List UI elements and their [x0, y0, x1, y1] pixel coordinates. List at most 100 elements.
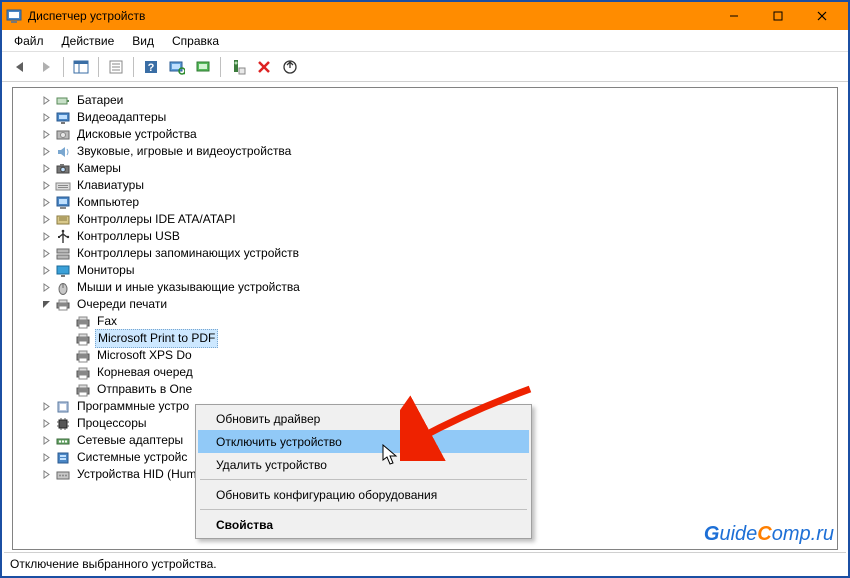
tree-item-label: Сетевые адаптеры [75, 432, 185, 449]
device-icon [55, 212, 71, 228]
tree-item[interactable]: Очереди печати [17, 296, 835, 313]
expander-placeholder [59, 349, 73, 363]
expand-icon[interactable] [39, 111, 53, 125]
tree-item-label: Корневая очеред [95, 364, 195, 381]
expand-icon[interactable] [39, 162, 53, 176]
device-icon [55, 433, 71, 449]
expand-icon[interactable] [39, 434, 53, 448]
tree-item-label: Мониторы [75, 262, 136, 279]
tree-item-label: Контроллеры запоминающих устройств [75, 245, 301, 262]
device-icon [55, 399, 71, 415]
help-button[interactable]: ? [139, 55, 163, 79]
tree-item[interactable]: Корневая очеред [17, 364, 835, 381]
statusbar: Отключение выбранного устройства. [4, 552, 846, 574]
collapse-icon[interactable] [39, 298, 53, 312]
tree-item[interactable]: Контроллеры USB [17, 228, 835, 245]
context-refresh-config[interactable]: Обновить конфигурацию оборудования [198, 483, 529, 506]
context-separator [200, 509, 527, 510]
device-icon [55, 229, 71, 245]
show-hide-tree-button[interactable] [69, 55, 93, 79]
expand-icon[interactable] [39, 451, 53, 465]
menu-view[interactable]: Вид [124, 32, 162, 50]
context-properties[interactable]: Свойства [198, 513, 529, 536]
scan-button[interactable] [165, 55, 189, 79]
device-icon [55, 161, 71, 177]
expand-icon[interactable] [39, 400, 53, 414]
tree-item-label: Контроллеры IDE ATA/ATAPI [75, 211, 238, 228]
maximize-button[interactable] [756, 2, 800, 30]
tree-item[interactable]: Мыши и иные указывающие устройства [17, 279, 835, 296]
tree-item-label: Звуковые, игровые и видеоустройства [75, 143, 293, 160]
menu-help[interactable]: Справка [164, 32, 227, 50]
watermark: GuideComp.ru [704, 523, 834, 546]
device-icon [55, 144, 71, 160]
context-delete-device[interactable]: Удалить устройство [198, 453, 529, 476]
menu-file[interactable]: Файл [6, 32, 52, 50]
tree-item-label: Системные устройс [75, 449, 189, 466]
expand-icon[interactable] [39, 196, 53, 210]
expand-icon[interactable] [39, 230, 53, 244]
tree-item-label: Очереди печати [75, 296, 169, 313]
device-icon [75, 382, 91, 398]
expand-icon[interactable] [39, 417, 53, 431]
expand-icon[interactable] [39, 264, 53, 278]
tree-item-label: Fax [95, 313, 119, 330]
expand-icon[interactable] [39, 468, 53, 482]
back-button[interactable] [8, 55, 32, 79]
window-title: Диспетчер устройств [28, 9, 712, 23]
tree-item[interactable]: Microsoft XPS Do [17, 347, 835, 364]
device-icon [55, 93, 71, 109]
tree-item-label: Microsoft XPS Do [95, 347, 194, 364]
forward-button[interactable] [34, 55, 58, 79]
expand-icon[interactable] [39, 128, 53, 142]
tree-item[interactable]: Клавиатуры [17, 177, 835, 194]
close-button[interactable] [800, 2, 844, 30]
expand-icon[interactable] [39, 94, 53, 108]
device-icon [75, 348, 91, 364]
tree-item[interactable]: Дисковые устройства [17, 126, 835, 143]
tree-item[interactable]: Отправить в One [17, 381, 835, 398]
tree-item[interactable]: Microsoft Print to PDF [17, 330, 835, 347]
tree-item-label: Батареи [75, 92, 125, 109]
update-button[interactable] [191, 55, 215, 79]
tree-item-label: Видеоадаптеры [75, 109, 168, 126]
minimize-button[interactable] [712, 2, 756, 30]
tree-item[interactable]: Камеры [17, 160, 835, 177]
tree-item[interactable]: Видеоадаптеры [17, 109, 835, 126]
properties-button[interactable] [104, 55, 128, 79]
tree-item[interactable]: Звуковые, игровые и видеоустройства [17, 143, 835, 160]
tree-item-label: Отправить в One [95, 381, 194, 398]
tree-item[interactable]: Контроллеры IDE ATA/ATAPI [17, 211, 835, 228]
toolbar-separator [98, 57, 99, 77]
tree-item[interactable]: Батареи [17, 92, 835, 109]
context-disable-device[interactable]: Отключить устройство [198, 430, 529, 453]
tree-item-label: Microsoft Print to PDF [95, 329, 218, 348]
tree-item-label: Дисковые устройства [75, 126, 199, 143]
tree-item[interactable]: Компьютер [17, 194, 835, 211]
device-icon [55, 110, 71, 126]
tree-item[interactable]: Fax [17, 313, 835, 330]
toolbar: ? [2, 52, 848, 82]
expand-icon[interactable] [39, 213, 53, 227]
expand-icon[interactable] [39, 247, 53, 261]
tree-item-label: Мыши и иные указывающие устройства [75, 279, 302, 296]
tree-item[interactable]: Мониторы [17, 262, 835, 279]
device-icon [55, 280, 71, 296]
device-icon [55, 297, 71, 313]
expand-icon[interactable] [39, 179, 53, 193]
device-icon [55, 416, 71, 432]
enable-button[interactable] [226, 55, 250, 79]
statusbar-text: Отключение выбранного устройства. [10, 557, 217, 571]
context-separator [200, 479, 527, 480]
menu-action[interactable]: Действие [54, 32, 123, 50]
expand-icon[interactable] [39, 145, 53, 159]
device-icon [55, 467, 71, 483]
uninstall-button[interactable] [278, 55, 302, 79]
context-update-driver[interactable]: Обновить драйвер [198, 407, 529, 430]
disable-button[interactable] [252, 55, 276, 79]
expand-icon[interactable] [39, 281, 53, 295]
device-icon [55, 195, 71, 211]
svg-text:?: ? [148, 62, 155, 74]
tree-item-label: Контроллеры USB [75, 228, 182, 245]
tree-item[interactable]: Контроллеры запоминающих устройств [17, 245, 835, 262]
